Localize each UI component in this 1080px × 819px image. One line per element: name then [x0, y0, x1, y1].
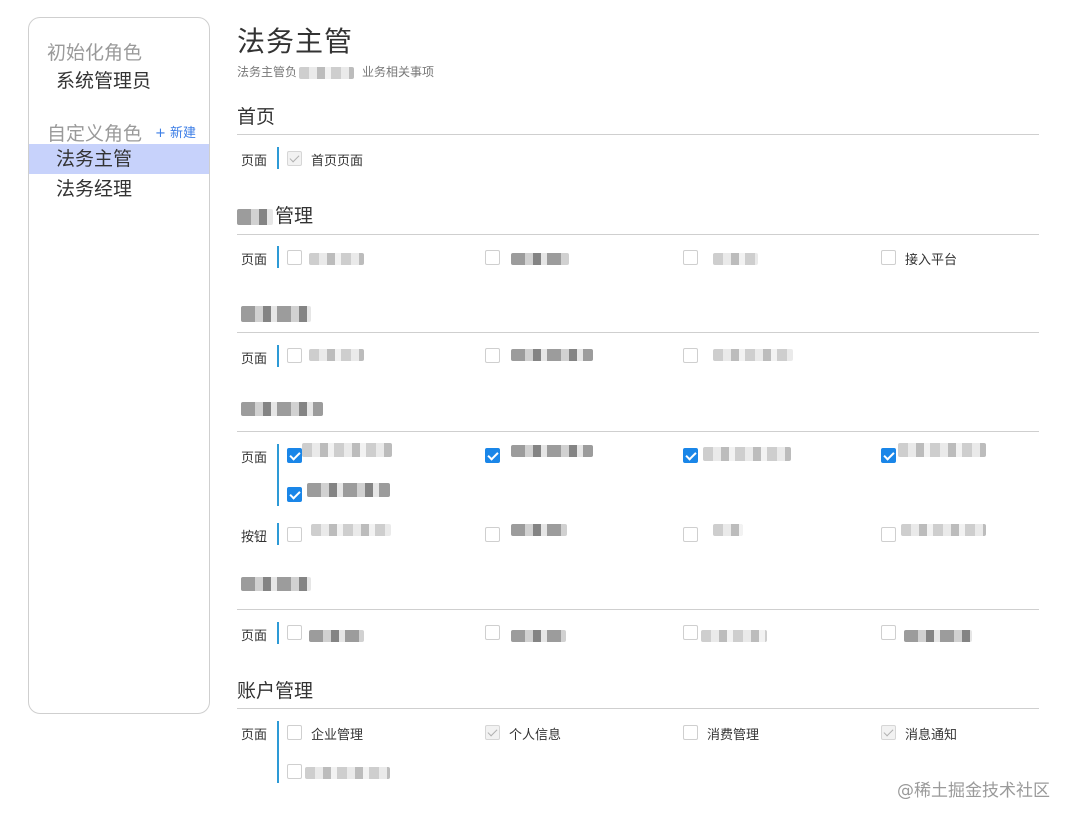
checkbox[interactable] [683, 348, 698, 363]
page-desc-prefix: 法务主管负 [237, 65, 298, 79]
redacted-label [511, 253, 569, 265]
checkbox[interactable] [287, 487, 302, 502]
row-indicator [277, 523, 279, 545]
role-sidebar: 初始化角色 系统管理员 自定义角色 + 新建 法务主管 法务经理 [28, 17, 210, 714]
sidebar-item-legal-manager[interactable]: 法务经理 [29, 174, 209, 204]
section-title-manage: 管理 [237, 201, 313, 228]
redacted-label [311, 524, 391, 536]
section-title-account: 账户管理 [237, 680, 314, 702]
redacted-label [305, 767, 390, 779]
row-label-page: 页面 [241, 253, 268, 268]
row-indicator [277, 444, 279, 506]
page-desc-suffix: 业务相关事项 [362, 65, 435, 79]
redacted-label [898, 443, 986, 457]
sidebar-item-legal-director[interactable]: 法务主管 [29, 144, 209, 174]
redacted-label [511, 524, 567, 536]
row-indicator [277, 622, 279, 644]
redacted-label [309, 349, 364, 361]
page-description: 法务主管负 业务相关事项 [237, 63, 434, 80]
custom-roles-title: 自定义角色 [47, 123, 143, 145]
row-label-page: 页面 [241, 154, 268, 169]
row-indicator [277, 147, 279, 169]
checkbox[interactable] [683, 527, 698, 542]
redacted-label [307, 483, 390, 497]
checkbox[interactable] [485, 250, 500, 265]
checkbox[interactable] [683, 250, 698, 265]
redacted-label [701, 630, 767, 642]
redacted-label [713, 349, 793, 361]
watermark: @稀土掘金技术社区 [897, 781, 1050, 801]
checkbox-consumption-management[interactable] [683, 725, 698, 740]
checkbox[interactable] [485, 625, 500, 640]
redacted-label [511, 445, 593, 457]
redacted-label [511, 630, 566, 642]
section-title-manage-suffix: 管理 [275, 205, 314, 227]
row-label-page: 页面 [241, 728, 268, 743]
redacted-label [713, 524, 743, 536]
row-label-page: 页面 [241, 352, 268, 367]
sidebar-item-system-admin[interactable]: 系统管理员 [29, 66, 209, 96]
checkbox-label: 消费管理 [707, 728, 760, 743]
redacted-text [237, 208, 273, 225]
section-title-home: 首页 [237, 106, 276, 128]
checkbox[interactable] [287, 250, 302, 265]
checkbox[interactable] [881, 527, 896, 542]
checkbox-personal-info[interactable] [485, 725, 500, 740]
checkbox-home-page[interactable] [287, 151, 302, 166]
row-indicator [277, 345, 279, 367]
checkbox-label: 接入平台 [905, 253, 958, 268]
redacted-subheading [241, 577, 311, 591]
checkbox[interactable] [683, 625, 698, 640]
checkbox-enterprise-management[interactable] [287, 725, 302, 740]
redacted-subheading [241, 306, 311, 322]
checkbox-label: 消息通知 [905, 728, 958, 743]
redacted-label [901, 524, 986, 536]
redacted-label [703, 447, 791, 461]
checkbox[interactable] [287, 448, 302, 463]
new-role-link[interactable]: + 新建 [155, 122, 196, 141]
init-roles-title: 初始化角色 [47, 42, 143, 64]
checkbox[interactable] [485, 527, 500, 542]
row-indicator [277, 246, 279, 268]
checkbox[interactable] [287, 764, 302, 779]
redacted-label [713, 253, 758, 265]
divider [237, 332, 1039, 333]
divider [237, 609, 1039, 610]
redacted-text [299, 66, 355, 79]
checkbox-access-platform[interactable] [881, 250, 896, 265]
row-label-page: 页面 [241, 451, 268, 466]
checkbox[interactable] [287, 527, 302, 542]
checkbox-label: 企业管理 [311, 728, 364, 743]
checkbox[interactable] [485, 448, 500, 463]
redacted-label [904, 630, 972, 642]
redacted-label [309, 253, 364, 265]
checkbox[interactable] [881, 625, 896, 640]
divider [237, 708, 1039, 709]
divider [237, 234, 1039, 235]
redacted-label [511, 349, 593, 361]
checkbox[interactable] [287, 625, 302, 640]
redacted-label [309, 630, 364, 642]
redacted-subheading [241, 402, 323, 416]
divider [237, 134, 1039, 135]
checkbox[interactable] [287, 348, 302, 363]
page-title: 法务主管 [237, 25, 354, 58]
divider [237, 431, 1039, 432]
checkbox[interactable] [683, 448, 698, 463]
row-label-button: 按钮 [241, 530, 268, 545]
checkbox-label: 个人信息 [509, 728, 562, 743]
row-indicator [277, 721, 279, 783]
checkbox[interactable] [485, 348, 500, 363]
row-label-page: 页面 [241, 629, 268, 644]
checkbox-label: 首页页面 [311, 154, 364, 169]
checkbox[interactable] [881, 448, 896, 463]
checkbox-message-notification[interactable] [881, 725, 896, 740]
redacted-label [302, 443, 392, 457]
